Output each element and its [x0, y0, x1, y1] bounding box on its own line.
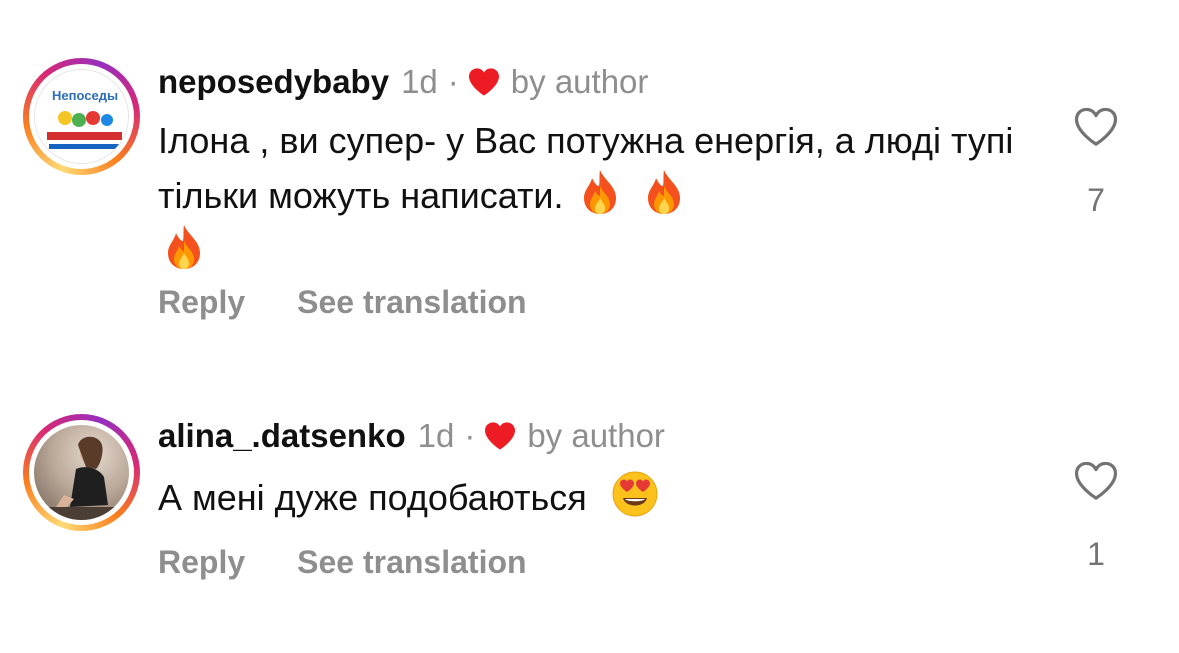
avatar-story-ring[interactable] — [23, 414, 140, 531]
heart-eyes-emoji-icon — [612, 471, 658, 517]
username[interactable]: neposedybaby — [158, 63, 389, 101]
heart-icon — [467, 67, 501, 97]
comment-header: alina_.datsenko 1d · by author — [158, 416, 665, 456]
separator-dot: · — [447, 63, 459, 100]
fire-emoji-icon — [580, 168, 620, 216]
timestamp: 1d — [401, 63, 438, 100]
separator-dot: · — [464, 417, 476, 454]
heart-icon — [483, 421, 517, 451]
reply-button[interactable]: Reply — [158, 544, 245, 581]
timestamp: 1d — [417, 417, 455, 454]
fire-emoji-icon — [644, 168, 684, 216]
username[interactable]: alina_.datsenko — [158, 417, 406, 455]
comment-item: alina_.datsenko 1d · by author А мені ду… — [0, 400, 1179, 653]
avatar[interactable] — [34, 425, 129, 520]
comment-actions: Reply See translation — [158, 544, 527, 581]
avatar-photo-image — [34, 436, 129, 520]
avatar[interactable]: Непоседы — [34, 69, 129, 164]
fire-emoji-icon — [164, 223, 204, 271]
like-heart-icon[interactable] — [1072, 106, 1120, 148]
comments-list: Непоседы neposedybaby 1d · by author Іло… — [0, 0, 1179, 653]
comment-text: Ілона , ви супер- у Вас потужна енергія,… — [158, 114, 1038, 278]
avatar-story-ring[interactable]: Непоседы — [23, 58, 140, 175]
avatar-logo-image: Непоседы — [35, 70, 128, 163]
liked-by-author-label: by author — [510, 63, 649, 100]
like-count[interactable]: 1 — [1050, 536, 1142, 573]
comment-item: Непоседы neposedybaby 1d · by author Іло… — [0, 0, 1179, 340]
liked-by-author-label: by author — [527, 417, 665, 454]
comment-body: А мені дуже подобаються — [158, 477, 587, 518]
comment-actions: Reply See translation — [158, 284, 527, 321]
like-count[interactable]: 7 — [1050, 182, 1142, 219]
avatar-logo-text: Непоседы — [52, 88, 118, 103]
see-translation-button[interactable]: See translation — [297, 544, 526, 581]
see-translation-button[interactable]: See translation — [297, 284, 526, 321]
like-heart-icon[interactable] — [1072, 460, 1120, 502]
reply-button[interactable]: Reply — [158, 284, 245, 321]
comment-text: А мені дуже подобаються — [158, 470, 1038, 525]
comment-header: neposedybaby 1d · by author — [158, 62, 648, 102]
